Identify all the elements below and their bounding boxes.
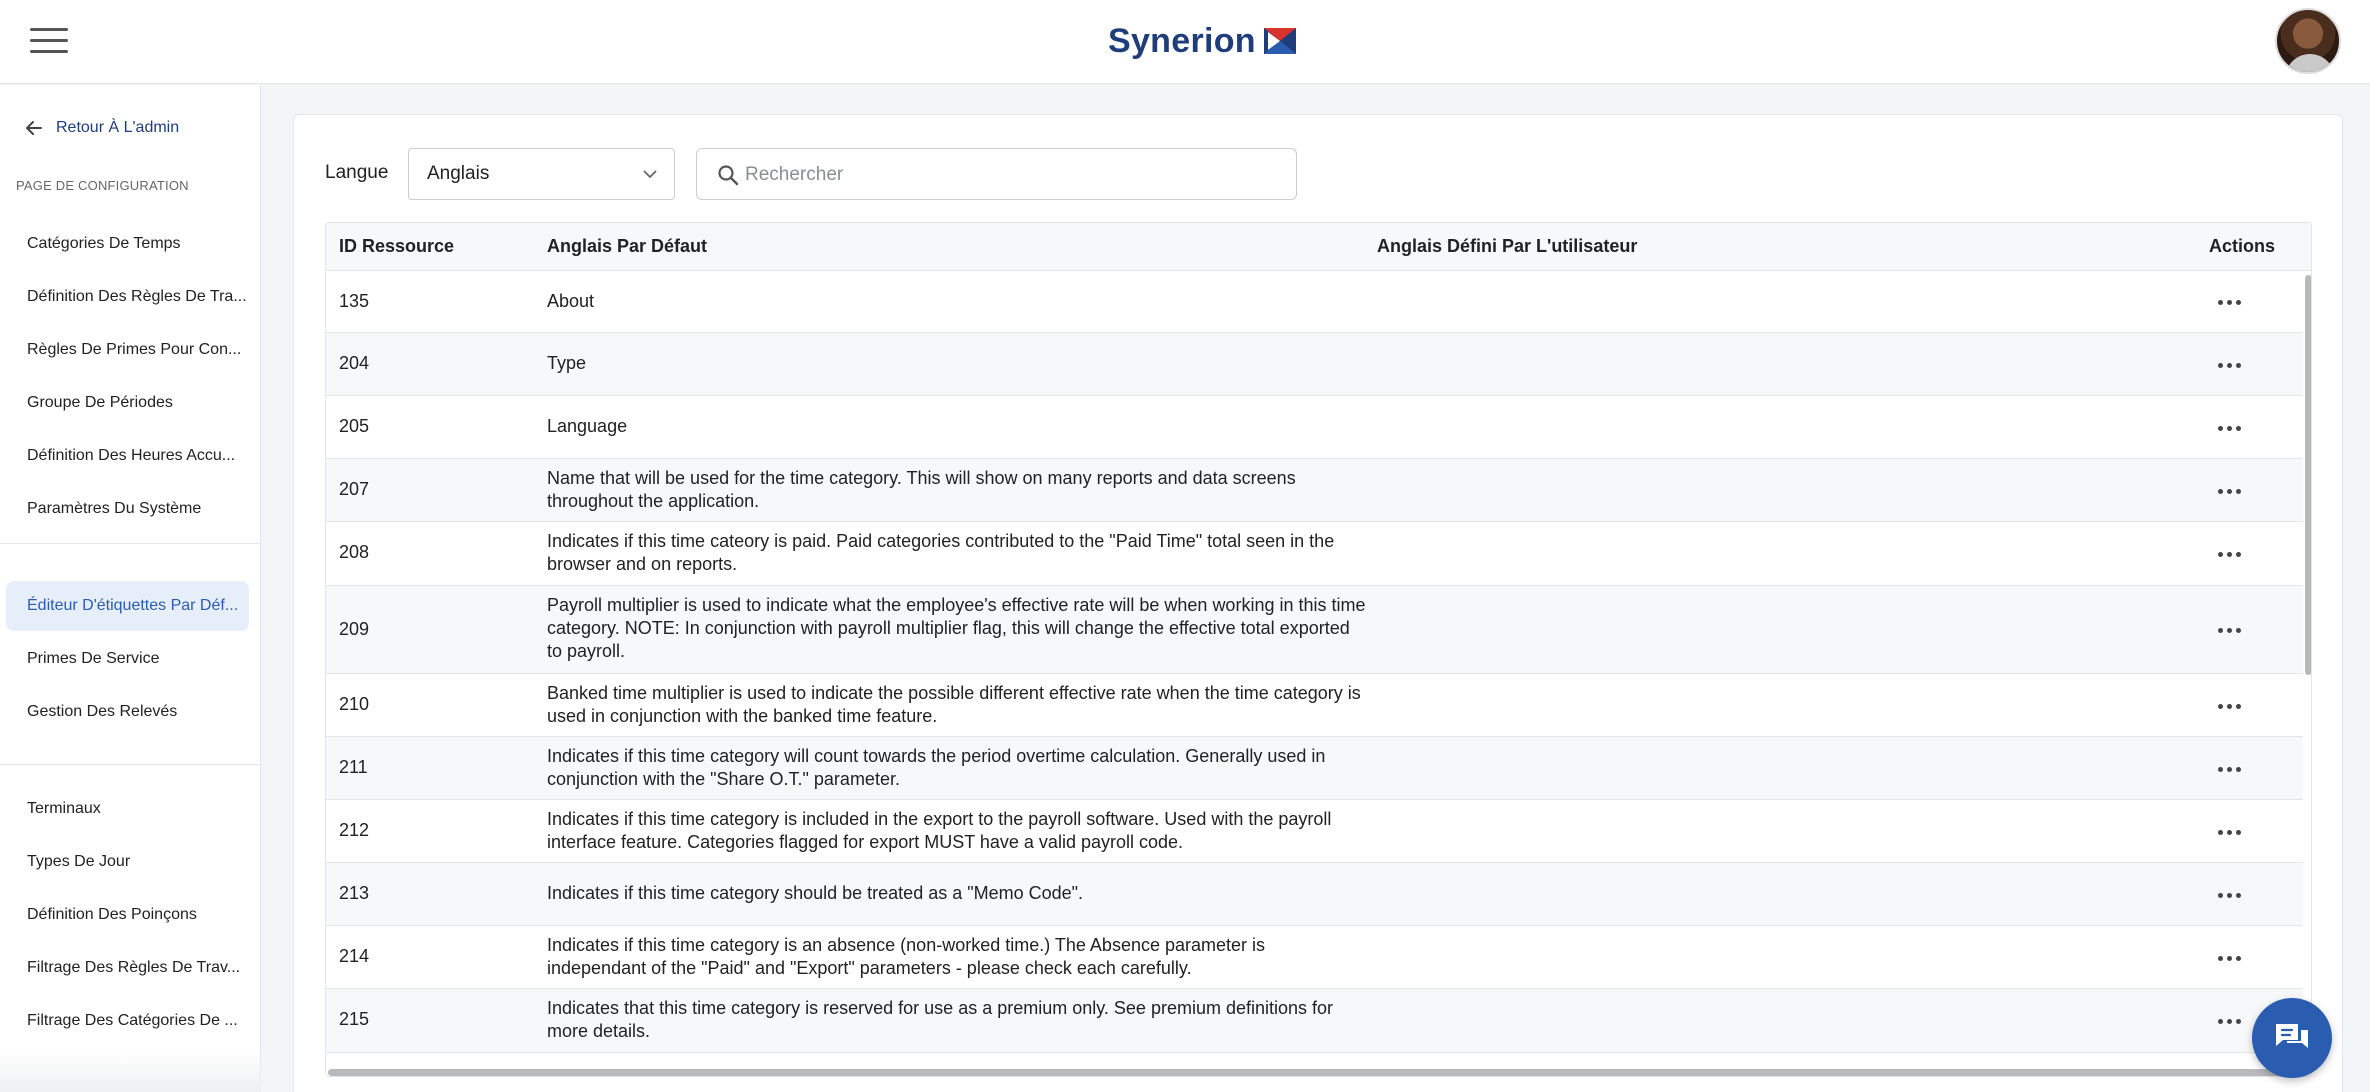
sidebar-item-premium-rules[interactable]: Règles De Primes Pour Con... bbox=[6, 325, 249, 375]
table-row: 210 Banked time multiplier is used to in… bbox=[326, 674, 2303, 737]
more-actions-icon[interactable] bbox=[2218, 549, 2246, 559]
more-actions-icon[interactable] bbox=[2218, 360, 2246, 370]
table-row: 209 Payroll multiplier is used to indica… bbox=[326, 586, 2303, 674]
table-row: 215 Indicates that this time category is… bbox=[326, 989, 2303, 1053]
cell-resource-id: 214 bbox=[339, 946, 370, 966]
more-actions-icon[interactable] bbox=[2218, 701, 2246, 711]
cell-resource-id: 213 bbox=[339, 883, 370, 903]
more-actions-icon[interactable] bbox=[2218, 764, 2246, 774]
table-row: 213 Indicates if this time category shou… bbox=[326, 863, 2303, 926]
cell-default-text: Type bbox=[547, 353, 587, 373]
sidebar-divider bbox=[0, 764, 261, 765]
resource-table: ID Ressource Anglais Par Défaut Anglais … bbox=[325, 222, 2312, 1077]
search-box[interactable] bbox=[696, 148, 1297, 200]
more-actions-icon[interactable] bbox=[2218, 827, 2246, 837]
sidebar-item-punch-definitions[interactable]: Définition Des Poinçons bbox=[6, 890, 249, 940]
table-row: 205 Language bbox=[326, 396, 2303, 459]
sidebar-divider bbox=[0, 543, 261, 544]
cell-resource-id: 204 bbox=[339, 353, 370, 373]
cell-resource-id: 212 bbox=[339, 820, 370, 840]
language-select[interactable]: Anglais bbox=[408, 148, 675, 200]
table-row: 208 Indicates if this time cateory is pa… bbox=[326, 522, 2303, 586]
sidebar-item-statement-management[interactable]: Gestion Des Relevés bbox=[6, 687, 249, 737]
cell-default-text: Name that will be used for the time cate… bbox=[547, 468, 1296, 511]
language-select-value: Anglais bbox=[427, 163, 490, 184]
cell-resource-id: 208 bbox=[339, 542, 370, 562]
user-avatar[interactable] bbox=[2275, 8, 2341, 74]
more-actions-icon[interactable] bbox=[2218, 297, 2246, 307]
cell-default-text: Indicates if this time category should b… bbox=[547, 883, 1084, 903]
logo-flag-icon bbox=[1263, 28, 1296, 54]
table-row: 212 Indicates if this time category is i… bbox=[326, 800, 2303, 863]
top-bar: Synerion bbox=[0, 0, 2370, 84]
column-header-resource-id[interactable]: ID Ressource bbox=[339, 236, 454, 257]
more-actions-icon[interactable] bbox=[2218, 486, 2246, 496]
sidebar-item-terminals[interactable]: Terminaux bbox=[6, 784, 249, 834]
cell-resource-id: 209 bbox=[339, 619, 370, 639]
hamburger-menu-icon[interactable] bbox=[30, 28, 68, 56]
vertical-scrollbar[interactable] bbox=[2303, 271, 2311, 1076]
chat-support-button[interactable] bbox=[2252, 998, 2332, 1078]
sidebar-item-work-rules[interactable]: Définition Des Règles De Tra... bbox=[6, 272, 249, 322]
logo-text: Synerion bbox=[1108, 21, 1256, 60]
table-row: 204 Type bbox=[326, 333, 2303, 396]
more-actions-icon[interactable] bbox=[2218, 625, 2246, 635]
back-link-label: Retour À L'admin bbox=[56, 119, 180, 136]
sidebar-item-service-premiums[interactable]: Primes De Service bbox=[6, 634, 249, 684]
vertical-scrollbar-thumb[interactable] bbox=[2305, 275, 2311, 675]
sidebar-item-category-filtering[interactable]: Filtrage Des Catégories De ... bbox=[6, 996, 249, 1046]
table-row: 135 About bbox=[326, 271, 2303, 333]
horizontal-scrollbar-thumb[interactable] bbox=[328, 1069, 2298, 1076]
column-header-actions: Actions bbox=[2209, 236, 2276, 256]
sidebar-item-work-rule-filtering[interactable]: Filtrage Des Règles De Trav... bbox=[6, 943, 249, 993]
cell-default-text: Payroll multiplier is used to indicate w… bbox=[547, 595, 1366, 661]
sidebar-item-accrued-hours[interactable]: Définition Des Heures Accu... bbox=[6, 431, 249, 481]
language-label: Langue bbox=[325, 162, 389, 183]
search-icon bbox=[718, 165, 739, 186]
chevron-down-icon bbox=[643, 170, 657, 179]
column-header-user-defined-english[interactable]: Anglais Défini Par L'utilisateur bbox=[1377, 236, 1637, 257]
cell-resource-id: 215 bbox=[339, 1009, 370, 1029]
arrow-left-icon bbox=[26, 121, 42, 135]
cell-default-text: Indicates if this time category is an ab… bbox=[547, 935, 1266, 978]
cell-resource-id: 210 bbox=[339, 694, 370, 714]
cell-resource-id: 135 bbox=[339, 291, 370, 311]
section-title: PAGE DE CONFIGURATION bbox=[16, 178, 189, 193]
cell-resource-id: 207 bbox=[339, 479, 370, 499]
cell-default-text: Indicates if this time cateory is paid. … bbox=[547, 531, 1335, 574]
table-row: 207 Name that will be used for the time … bbox=[326, 459, 2303, 522]
cell-default-text: Indicates if this time category is inclu… bbox=[547, 809, 1332, 852]
cell-default-text: Indicates if this time category will cou… bbox=[547, 746, 1326, 789]
search-input[interactable] bbox=[745, 159, 1275, 191]
chat-bubble-icon bbox=[2276, 1024, 2308, 1048]
sidebar-item-period-groups[interactable]: Groupe De Périodes bbox=[6, 378, 249, 428]
sidebar: Retour À L'admin PAGE DE CONFIGURATION C… bbox=[0, 85, 261, 1092]
cell-default-text: Language bbox=[547, 416, 628, 436]
sidebar-item-time-categories[interactable]: Catégories De Temps bbox=[6, 219, 249, 269]
sidebar-fade bbox=[0, 1052, 261, 1092]
table-row: 211 Indicates if this time category will… bbox=[326, 737, 2303, 800]
more-actions-icon[interactable] bbox=[2218, 953, 2246, 963]
more-actions-icon[interactable] bbox=[2218, 890, 2246, 900]
cell-resource-id: 205 bbox=[339, 416, 370, 436]
horizontal-scrollbar[interactable] bbox=[326, 1066, 2303, 1076]
cell-default-text: Banked time multiplier is used to indica… bbox=[547, 683, 1361, 726]
sidebar-item-label-editor[interactable]: Éditeur D'étiquettes Par Déf... bbox=[6, 581, 249, 631]
sidebar-item-day-types[interactable]: Types De Jour bbox=[6, 837, 249, 887]
table-header: ID Ressource Anglais Par Défaut Anglais … bbox=[326, 223, 2311, 271]
back-to-admin-link[interactable]: Retour À L'admin bbox=[24, 118, 179, 138]
cell-resource-id: 211 bbox=[339, 757, 368, 777]
cell-default-text: Indicates that this time category is res… bbox=[547, 998, 1334, 1041]
table-body: 135 About 204 Type 205 Language 207 Name… bbox=[326, 271, 2303, 1076]
more-actions-icon[interactable] bbox=[2218, 1016, 2246, 1026]
cell-default-text: About bbox=[547, 291, 595, 311]
more-actions-icon[interactable] bbox=[2218, 423, 2246, 433]
synerion-logo[interactable]: Synerion bbox=[1108, 18, 1298, 64]
column-header-default-english[interactable]: Anglais Par Défaut bbox=[547, 236, 707, 257]
sidebar-item-system-parameters[interactable]: Paramètres Du Système bbox=[6, 484, 249, 534]
table-row: 214 Indicates if this time category is a… bbox=[326, 926, 2303, 989]
